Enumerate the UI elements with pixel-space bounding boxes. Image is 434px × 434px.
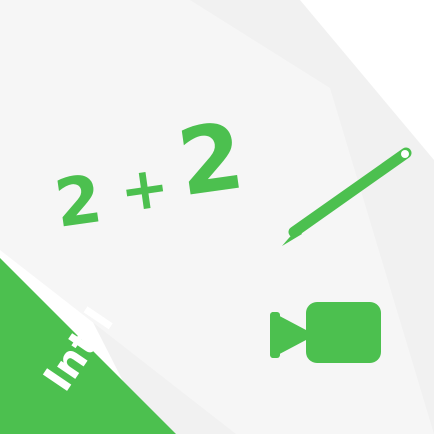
equation-right-operand: 2 xyxy=(171,102,250,218)
app-icon: 2 + 2 Int'l xyxy=(0,0,434,434)
equation-left-operand: 2 xyxy=(50,160,107,243)
equation-operator: + xyxy=(115,151,174,226)
